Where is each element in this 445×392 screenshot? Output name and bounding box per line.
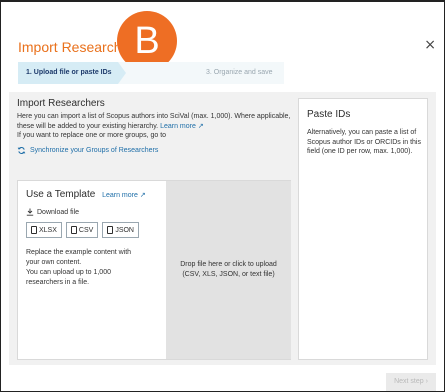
dropzone-line1: Drop file here or click to upload — [180, 261, 277, 268]
download-xlsx-button[interactable]: XLSX — [26, 222, 62, 238]
download-label: Download file — [26, 208, 156, 216]
close-icon[interactable]: × — [424, 37, 436, 53]
step-match — [118, 62, 188, 84]
template-instructions-line2: You can upload up to 1,000 researchers i… — [26, 269, 111, 286]
file-icon — [31, 226, 37, 234]
xlsx-label: XLSX — [39, 226, 57, 234]
template-instructions-line1: Replace the example content with your ow… — [26, 249, 132, 266]
dialog-footer: Next step › — [1, 365, 444, 391]
import-dialog: Import Researchers B × 1. Upload file or… — [1, 11, 444, 391]
file-icon — [70, 226, 77, 234]
stepper: 1. Upload file or paste IDs 3. Organize … — [18, 62, 428, 84]
import-description-text: Here you can import a list of Scopus aut… — [17, 113, 291, 130]
sync-icon — [17, 146, 26, 154]
paste-ids-description: Alternatively, you can paste a list of S… — [307, 129, 421, 155]
dialog-body: Import Researchers Here you can import a… — [9, 92, 436, 365]
screenshot-frame: Import Researchers B × 1. Upload file or… — [0, 0, 445, 392]
import-heading: Import Researchers — [17, 98, 105, 109]
template-learn-more-link[interactable]: Learn more ↗ — [102, 192, 146, 199]
step-organize: 3. Organize and save — [188, 62, 284, 84]
sync-link[interactable]: Synchronize your Groups of Researchers — [17, 146, 292, 155]
download-label-text: Download file — [37, 208, 80, 216]
template-instructions: Replace the example content with your ow… — [26, 248, 146, 288]
json-label: JSON — [115, 226, 134, 234]
template-heading: Use a Template Learn more ↗ — [26, 189, 156, 200]
replace-text: If you want to replace one or more group… — [17, 132, 167, 139]
csv-label: CSV — [78, 226, 94, 234]
step-upload[interactable]: 1. Upload file or paste IDs — [18, 62, 126, 84]
import-panel: Import Researchers Here you can import a… — [17, 98, 292, 360]
download-csv-button[interactable]: CSV — [65, 222, 99, 238]
format-buttons: XLSX CSV JSON — [26, 222, 156, 238]
dropzone-line2: (CSV, XLS, JSON, or text file) — [182, 271, 275, 278]
download-json-button[interactable]: JSON — [102, 222, 139, 238]
file-icon — [107, 226, 114, 234]
sync-link-label: Synchronize your Groups of Researchers — [30, 146, 159, 154]
upload-area: Use a Template Learn more ↗ Download fil… — [17, 180, 291, 360]
download-icon — [26, 208, 34, 216]
import-description: Here you can import a list of Scopus aut… — [17, 112, 292, 131]
next-step-button[interactable]: Next step › — [386, 373, 436, 391]
paste-ids-heading: Paste IDs — [307, 109, 351, 120]
template-section: Use a Template Learn more ↗ Download fil… — [26, 189, 156, 288]
file-dropzone[interactable]: Drop file here or click to upload (CSV, … — [166, 181, 291, 359]
stepper-filler — [284, 62, 428, 84]
learn-more-link[interactable]: Learn more ↗ — [160, 123, 204, 130]
template-heading-text: Use a Template — [26, 189, 96, 200]
paste-ids-panel[interactable]: Paste IDs Alternatively, you can paste a… — [298, 98, 428, 360]
